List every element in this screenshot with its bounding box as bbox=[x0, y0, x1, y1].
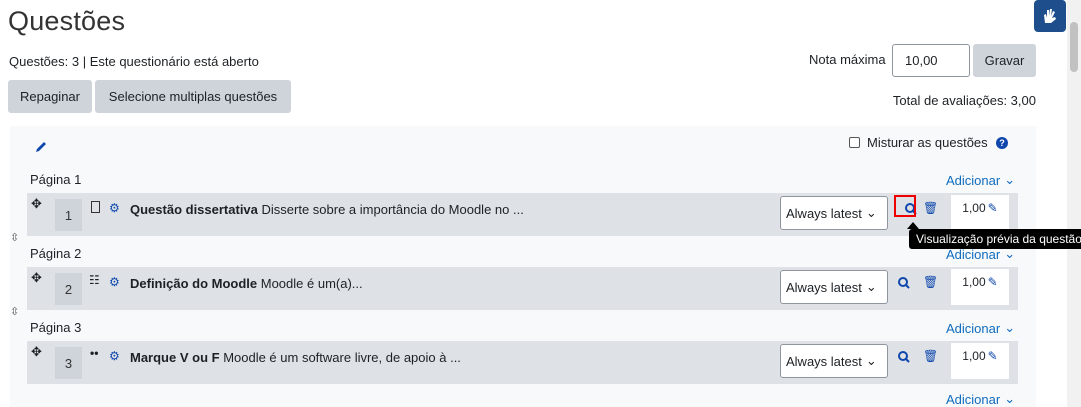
move-icon[interactable]: ✥ bbox=[31, 270, 42, 286]
pencil-icon: ✎ bbox=[987, 349, 998, 363]
slot-number: 3 bbox=[55, 347, 82, 379]
tooltip-arrow bbox=[907, 222, 919, 229]
add-menu-page-3[interactable]: Adicionar ⌄ bbox=[946, 320, 1015, 336]
save-button[interactable]: Gravar bbox=[973, 44, 1036, 77]
max-mark-field[interactable]: 1,00 ✎ bbox=[951, 269, 1009, 305]
page-label: Página 2 bbox=[30, 246, 82, 261]
chevron-down-icon: ⌄ bbox=[1004, 320, 1016, 335]
mark-value: 1,00 bbox=[962, 201, 986, 215]
preview-icon[interactable] bbox=[898, 277, 910, 292]
preview-icon[interactable] bbox=[898, 351, 910, 366]
add-menu-page-1[interactable]: Adicionar ⌄ bbox=[946, 172, 1015, 188]
question-title: Definição do Moodle bbox=[130, 276, 258, 291]
question-preview: Moodle é um(a)... bbox=[260, 276, 363, 291]
page-label: Página 1 bbox=[30, 172, 82, 187]
essay-icon bbox=[91, 201, 100, 213]
chevron-down-icon: ⌄ bbox=[1004, 391, 1016, 406]
move-icon[interactable]: ✥ bbox=[31, 344, 42, 360]
help-icon[interactable]: ? bbox=[996, 137, 1008, 149]
pencil-icon: ✎ bbox=[987, 201, 998, 215]
version-select[interactable]: Always latest ⌄ bbox=[780, 270, 888, 304]
question-slot-2: ✥ 2 ☷ ⚙ Definição do Moodle Moodle é um(… bbox=[27, 267, 1018, 310]
add-menu-end[interactable]: Adicionar ⌄ bbox=[946, 391, 1015, 407]
preview-highlight bbox=[894, 195, 916, 217]
question-slot-1: ✥ 1 ⚙ Questão dissertativa Disserte sobr… bbox=[27, 193, 1018, 236]
add-label: Adicionar bbox=[946, 172, 1001, 188]
repaginate-button[interactable]: Repaginar bbox=[8, 80, 92, 113]
scrollbar-thumb[interactable] bbox=[1070, 22, 1078, 72]
slot-number: 1 bbox=[55, 199, 82, 231]
question-preview: Disserte sobre a importância do Moodle n… bbox=[261, 202, 524, 217]
edit-heading-button[interactable] bbox=[34, 140, 48, 157]
gear-icon[interactable]: ⚙ bbox=[109, 349, 120, 363]
chevron-down-icon: ⌄ bbox=[865, 205, 877, 220]
version-select[interactable]: Always latest ⌄ bbox=[780, 196, 888, 230]
page-label: Página 3 bbox=[30, 320, 82, 335]
chevron-down-icon: ⌄ bbox=[865, 353, 877, 368]
move-icon[interactable]: ✥ bbox=[31, 196, 42, 212]
max-mark-field[interactable]: 1,00 ✎ bbox=[951, 195, 1009, 231]
add-label: Adicionar bbox=[946, 320, 1001, 336]
total-marks: Total de avaliações: 3,00 bbox=[892, 93, 1036, 108]
max-mark-field[interactable]: 1,00 ✎ bbox=[951, 343, 1009, 379]
question-slot-3: ✥ 3 •• ⚙ Marque V ou F Moodle é um softw… bbox=[27, 341, 1018, 384]
quiz-info: Questões: 3 | Este questionário está abe… bbox=[9, 54, 259, 69]
pencil-icon bbox=[36, 142, 46, 152]
version-value: Always latest bbox=[786, 279, 862, 295]
gear-icon[interactable]: ⚙ bbox=[109, 201, 120, 215]
trash-icon[interactable]: 🗑 bbox=[923, 349, 938, 363]
select-multiple-button[interactable]: Selecione multiplas questões bbox=[95, 80, 291, 113]
max-grade-label: Nota máxima bbox=[809, 52, 886, 67]
question-title: Marque V ou F bbox=[130, 350, 220, 365]
trash-icon[interactable]: 🗑 bbox=[923, 275, 938, 289]
question-preview: Moodle é um software livre, de apoio à .… bbox=[223, 350, 461, 365]
max-grade-value: 10,00 bbox=[905, 53, 938, 68]
chevron-down-icon: ⌄ bbox=[865, 279, 877, 294]
preview-tooltip: Visualização prévia da questão bbox=[909, 229, 1081, 249]
question-title: Questão dissertativa bbox=[130, 202, 258, 217]
mark-value: 1,00 bbox=[962, 349, 986, 363]
mark-value: 1,00 bbox=[962, 275, 986, 289]
slot-number: 2 bbox=[55, 273, 82, 305]
version-select[interactable]: Always latest ⌄ bbox=[780, 344, 888, 378]
hand-sign-icon bbox=[1044, 9, 1056, 23]
page-break-icon[interactable]: ⇳ bbox=[10, 231, 19, 244]
accessibility-button[interactable] bbox=[1034, 0, 1066, 32]
trash-icon[interactable]: 🗑 bbox=[923, 201, 938, 215]
matching-icon: ☷ bbox=[89, 273, 100, 287]
shuffle-checkbox[interactable] bbox=[849, 137, 860, 148]
add-label: Adicionar bbox=[946, 391, 1001, 407]
gear-icon[interactable]: ⚙ bbox=[109, 275, 120, 289]
chevron-down-icon: ⌄ bbox=[1004, 172, 1016, 187]
version-value: Always latest bbox=[786, 353, 862, 369]
version-value: Always latest bbox=[786, 205, 862, 221]
max-grade-input[interactable]: 10,00 bbox=[892, 44, 970, 77]
page-title: Questões bbox=[8, 6, 126, 36]
shuffle-label: Misturar as questões bbox=[867, 135, 988, 150]
question-text[interactable]: Definição do Moodle Moodle é um(a)... bbox=[130, 276, 363, 291]
pencil-icon: ✎ bbox=[987, 275, 998, 289]
question-text[interactable]: Marque V ou F Moodle é um software livre… bbox=[130, 350, 461, 365]
question-text[interactable]: Questão dissertativa Disserte sobre a im… bbox=[130, 202, 524, 217]
truefalse-icon: •• bbox=[90, 346, 99, 360]
page-break-icon[interactable]: ⇳ bbox=[10, 305, 19, 318]
